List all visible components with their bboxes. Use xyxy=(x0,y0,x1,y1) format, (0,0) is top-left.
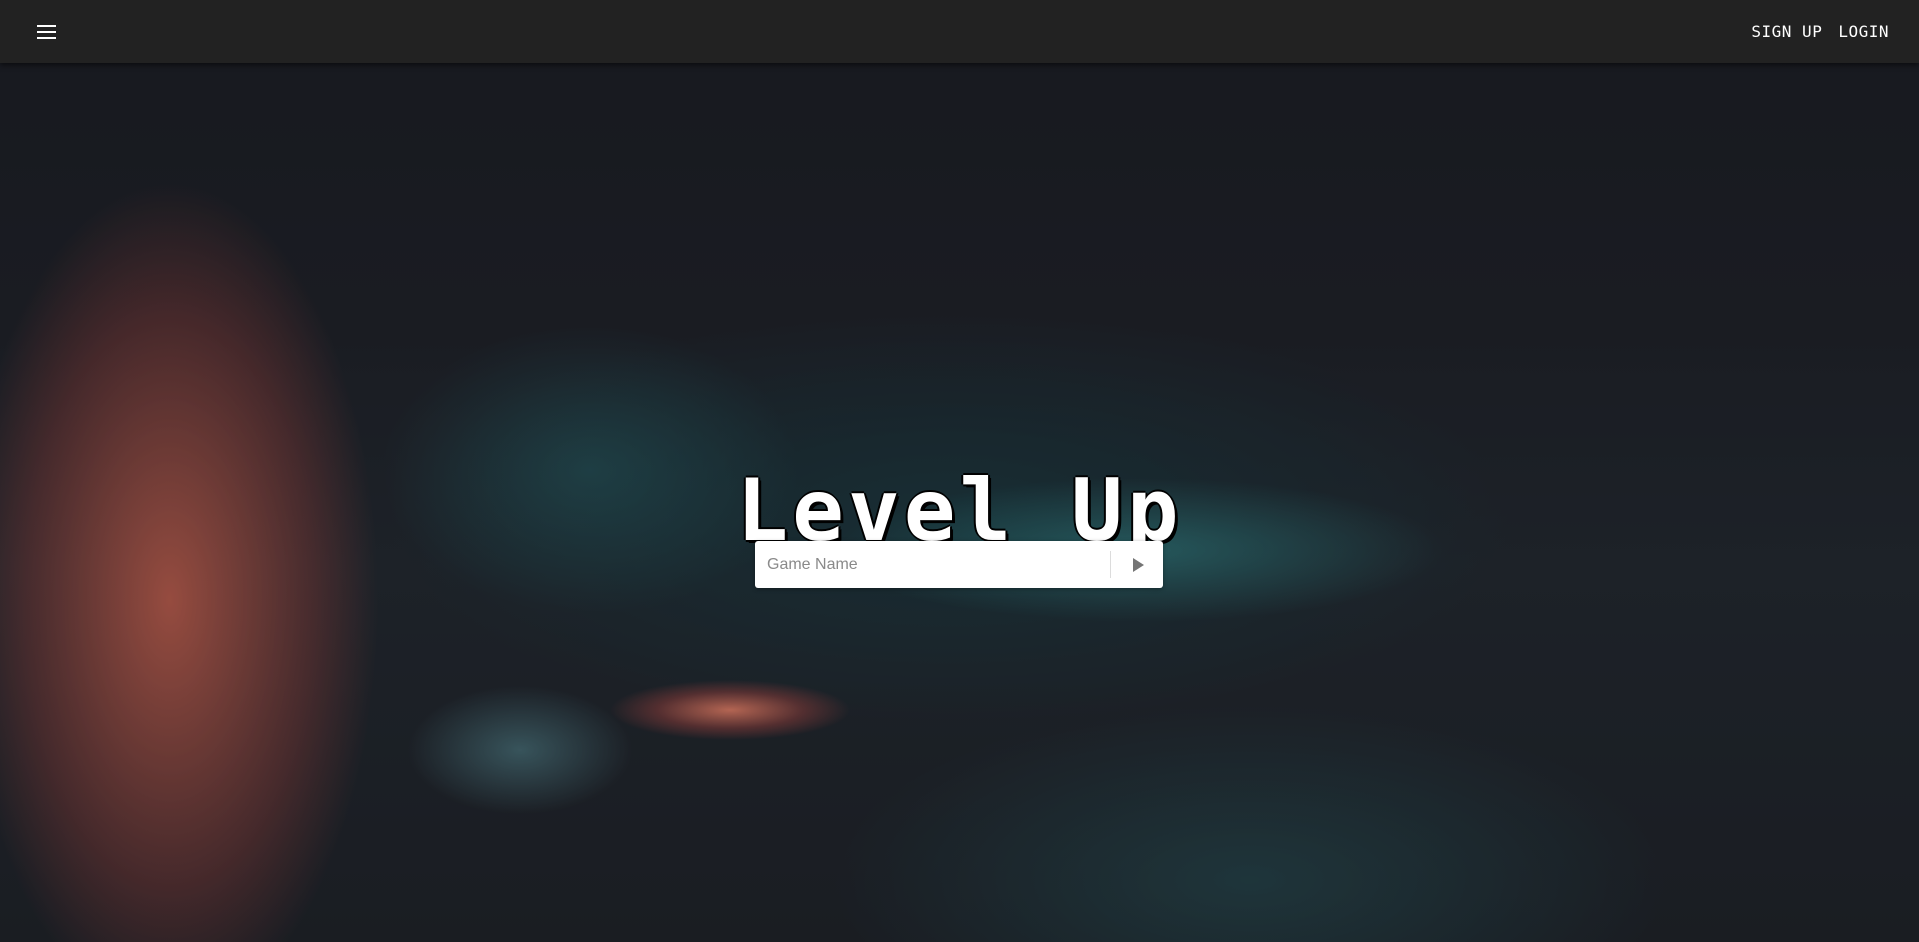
hamburger-menu-icon xyxy=(37,25,56,27)
search-submit-button[interactable] xyxy=(1111,541,1163,588)
sign-up-button[interactable]: SIGN UP xyxy=(1751,22,1822,41)
app-root: SIGN UP LOGIN Level Up xyxy=(0,0,1919,942)
game-name-input[interactable] xyxy=(755,541,1110,588)
top-app-bar: SIGN UP LOGIN xyxy=(0,0,1919,63)
game-search-form xyxy=(755,541,1163,588)
login-button[interactable]: LOGIN xyxy=(1838,22,1889,41)
menu-button[interactable] xyxy=(31,17,63,47)
play-arrow-icon xyxy=(1133,557,1144,572)
auth-nav: SIGN UP LOGIN xyxy=(1751,0,1889,63)
hamburger-menu-icon-bar xyxy=(37,31,56,33)
hamburger-menu-icon-bar xyxy=(37,37,56,39)
